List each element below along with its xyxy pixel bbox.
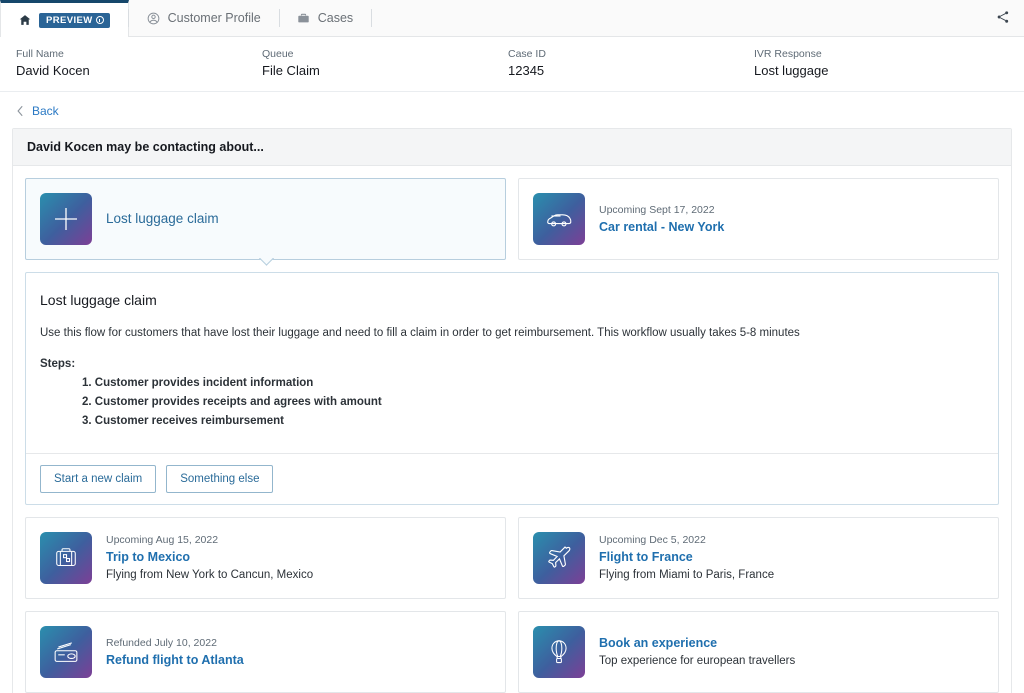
card-text: Upcoming Sept 17, 2022 Car rental - New …	[599, 203, 724, 236]
card-text: Refunded July 10, 2022 Refund flight to …	[106, 636, 244, 669]
card-book-an-experience[interactable]: Book an experience Top experience for eu…	[518, 611, 999, 693]
detail-actions: Start a new claim Something else	[26, 453, 998, 504]
cards-row-2: Upcoming Aug 15, 2022 Trip to Mexico Fly…	[25, 517, 999, 599]
selected-card-caret	[259, 258, 274, 267]
card-title: Lost luggage claim	[106, 211, 219, 226]
panel-body: Lost luggage claim Upcoming Sept 17, 202…	[13, 166, 1011, 693]
card-title: Flight to France	[599, 550, 693, 564]
car-icon	[533, 193, 585, 245]
detail-description: Use this flow for customers that have lo…	[40, 327, 800, 339]
detail-body: Lost luggage claim Use this flow for cus…	[26, 273, 998, 453]
attribute-label: Case ID	[508, 48, 546, 60]
card-text: Book an experience Top experience for eu…	[599, 635, 795, 669]
card-subtitle: Flying from New York to Cancun, Mexico	[106, 569, 314, 581]
attribute-label: IVR Response	[754, 48, 822, 60]
attribute-full-name: Full Name David Kocen	[16, 47, 262, 79]
card-title: Refund flight to Atlanta	[106, 652, 244, 667]
detail-step: 3. Customer receives reimbursement	[82, 415, 284, 427]
share-icon	[996, 10, 1010, 29]
preview-badge: PREVIEW	[39, 12, 110, 28]
attribute-value: File Claim	[262, 63, 320, 78]
briefcase-icon	[297, 12, 310, 25]
card-eyebrow: Upcoming Aug 15, 2022	[106, 534, 219, 546]
detail-step: 2. Customer provides receipts and agrees…	[82, 396, 382, 408]
tab-label-cases: Cases	[317, 11, 354, 25]
something-else-button[interactable]: Something else	[166, 465, 274, 493]
info-icon	[95, 16, 104, 24]
card-flight-to-france[interactable]: Upcoming Dec 5, 2022 Flight to France Fl…	[518, 517, 999, 599]
attribute-value: Lost luggage	[754, 63, 829, 78]
attribute-label: Queue	[262, 48, 294, 60]
card-eyebrow: Upcoming Dec 5, 2022	[599, 534, 706, 546]
start-new-claim-button[interactable]: Start a new claim	[40, 465, 157, 493]
tab-customer-profile[interactable]: Customer Profile	[127, 0, 279, 36]
attribute-value: 12345	[508, 63, 545, 78]
share-button[interactable]	[992, 8, 1014, 30]
card-title: Trip to Mexico	[106, 550, 191, 564]
attribute-value: David Kocen	[16, 63, 90, 78]
detail-step: 1. Customer provides incident informatio…	[82, 377, 314, 389]
card-subtitle: Flying from Miami to Paris, France	[599, 569, 775, 581]
cards-row-1: Lost luggage claim Upcoming Sept 17, 202…	[25, 178, 999, 260]
contact-reason-panel: David Kocen may be contacting about... L…	[12, 128, 1012, 693]
card-eyebrow: Upcoming Sept 17, 2022	[599, 203, 715, 216]
card-text: Lost luggage claim	[106, 210, 219, 228]
card-title: Car rental - New York	[599, 219, 725, 234]
detail-steps-list: 1. Customer provides incident informatio…	[40, 374, 984, 431]
attribute-ivr-response: IVR Response Lost luggage	[754, 47, 1000, 79]
card-car-rental[interactable]: Upcoming Sept 17, 2022 Car rental - New …	[518, 178, 999, 260]
hot-air-balloon-icon	[533, 626, 585, 678]
tab-strip-filler	[371, 0, 1024, 36]
card-subtitle: Top experience for european travellers	[599, 655, 796, 667]
card-lost-luggage-claim[interactable]: Lost luggage claim	[25, 178, 506, 260]
home-icon	[19, 14, 31, 26]
card-title: Book an experience	[599, 636, 718, 650]
suitcase-icon	[40, 532, 92, 584]
card-text: Upcoming Aug 15, 2022 Trip to Mexico Fly…	[106, 533, 313, 583]
airplane-icon	[533, 532, 585, 584]
preview-badge-label: PREVIEW	[46, 14, 93, 26]
attribute-bar: Full Name David Kocen Queue File Claim C…	[0, 37, 1024, 92]
tab-strip: PREVIEW Customer Profile Cases	[0, 0, 1024, 37]
detail-title: Lost luggage claim	[40, 292, 157, 308]
card-trip-to-mexico[interactable]: Upcoming Aug 15, 2022 Trip to Mexico Fly…	[25, 517, 506, 599]
detail-steps-label: Steps:	[40, 358, 76, 370]
attribute-case-id: Case ID 12345	[508, 47, 754, 79]
user-icon	[147, 12, 160, 25]
tab-home[interactable]: PREVIEW	[0, 0, 129, 37]
card-eyebrow: Refunded July 10, 2022	[106, 636, 217, 649]
chevron-left-icon	[16, 105, 25, 117]
panel-heading: David Kocen may be contacting about...	[13, 129, 1011, 166]
lost-luggage-detail-panel: Lost luggage claim Use this flow for cus…	[25, 272, 999, 505]
tab-cases[interactable]: Cases	[278, 0, 371, 36]
back-label: Back	[32, 104, 59, 118]
attribute-queue: Queue File Claim	[262, 47, 508, 79]
attribute-label: Full Name	[16, 48, 64, 60]
card-refund-flight-atlanta[interactable]: Refunded July 10, 2022 Refund flight to …	[25, 611, 506, 693]
back-link[interactable]: Back	[0, 92, 1024, 128]
wallet-icon	[40, 626, 92, 678]
plus-icon	[40, 193, 92, 245]
tab-label-customer-profile: Customer Profile	[167, 11, 261, 25]
card-text: Upcoming Dec 5, 2022 Flight to France Fl…	[599, 533, 774, 583]
cards-row-3: Refunded July 10, 2022 Refund flight to …	[25, 611, 999, 693]
